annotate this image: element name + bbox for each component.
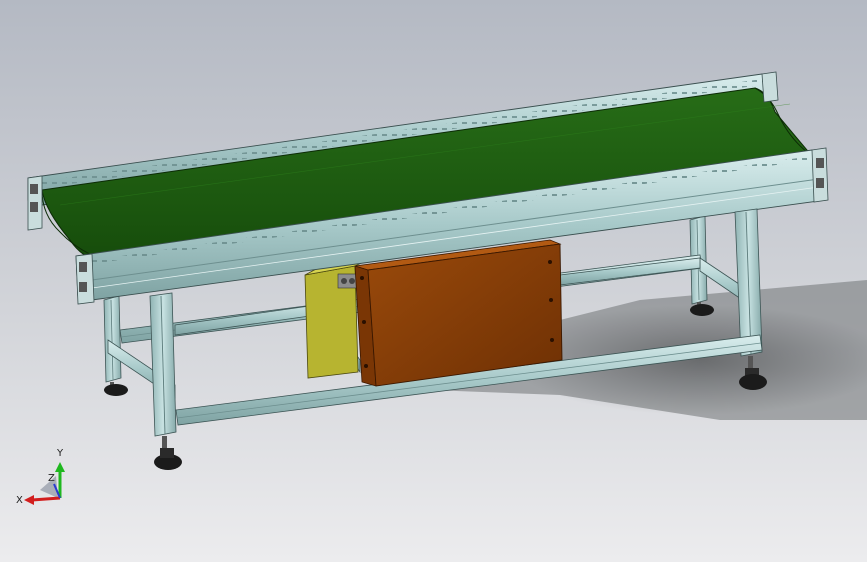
conveyor-model[interactable]: Y X Z xyxy=(0,0,867,562)
view-triad[interactable]: Y X Z xyxy=(16,448,65,506)
front-left-leg xyxy=(149,292,182,470)
x-axis-label: X xyxy=(16,495,23,506)
motor-cover[interactable] xyxy=(354,239,563,387)
x-axis-arrow xyxy=(31,496,61,502)
z-axis-label: Z xyxy=(48,473,55,484)
x-axis-arrowhead xyxy=(24,495,34,505)
y-axis-arrowhead xyxy=(55,462,65,472)
graphics-viewport[interactable]: Y X Z xyxy=(0,0,867,562)
y-axis-label: Y xyxy=(56,448,64,459)
